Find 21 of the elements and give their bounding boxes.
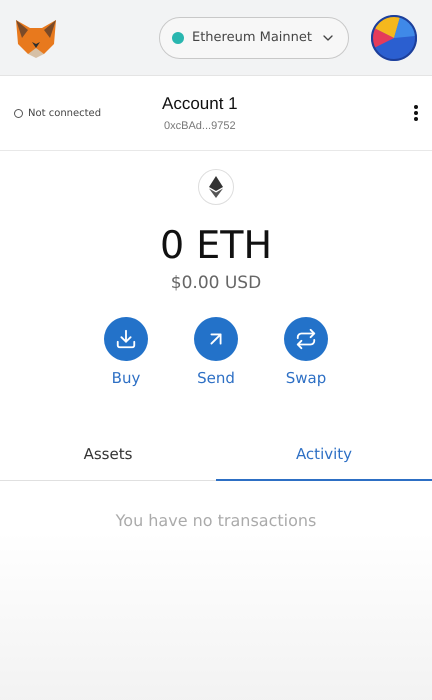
send-button[interactable]: Send [189,317,243,387]
ethereum-token-icon [198,169,234,205]
swap-icon [284,317,328,361]
balance-amount: 0 ETH [160,223,272,267]
account-avatar[interactable] [370,14,418,62]
empty-message: You have no transactions [114,511,318,530]
buy-button[interactable]: Buy [99,317,153,387]
account-name: Account 1 [162,94,238,114]
account-address: 0xcBAd...9752 [164,120,236,132]
tab[interactable]: Activity [216,429,432,481]
more-options-icon[interactable] [414,105,418,121]
fiat-balance: $0.00 USD [170,273,262,293]
network-status-dot [172,32,184,44]
buy-icon [104,317,148,361]
network-selector[interactable]: Ethereum Mainnet [158,16,349,58]
fox-logo-icon [14,18,58,58]
send-icon [194,317,238,361]
tab[interactable]: Assets [0,429,216,481]
connection-status: Not connected [28,108,102,118]
account-selector[interactable]: Account 1 0xcBAd...9752 [162,94,238,132]
swap-button[interactable]: Swap [279,317,333,387]
